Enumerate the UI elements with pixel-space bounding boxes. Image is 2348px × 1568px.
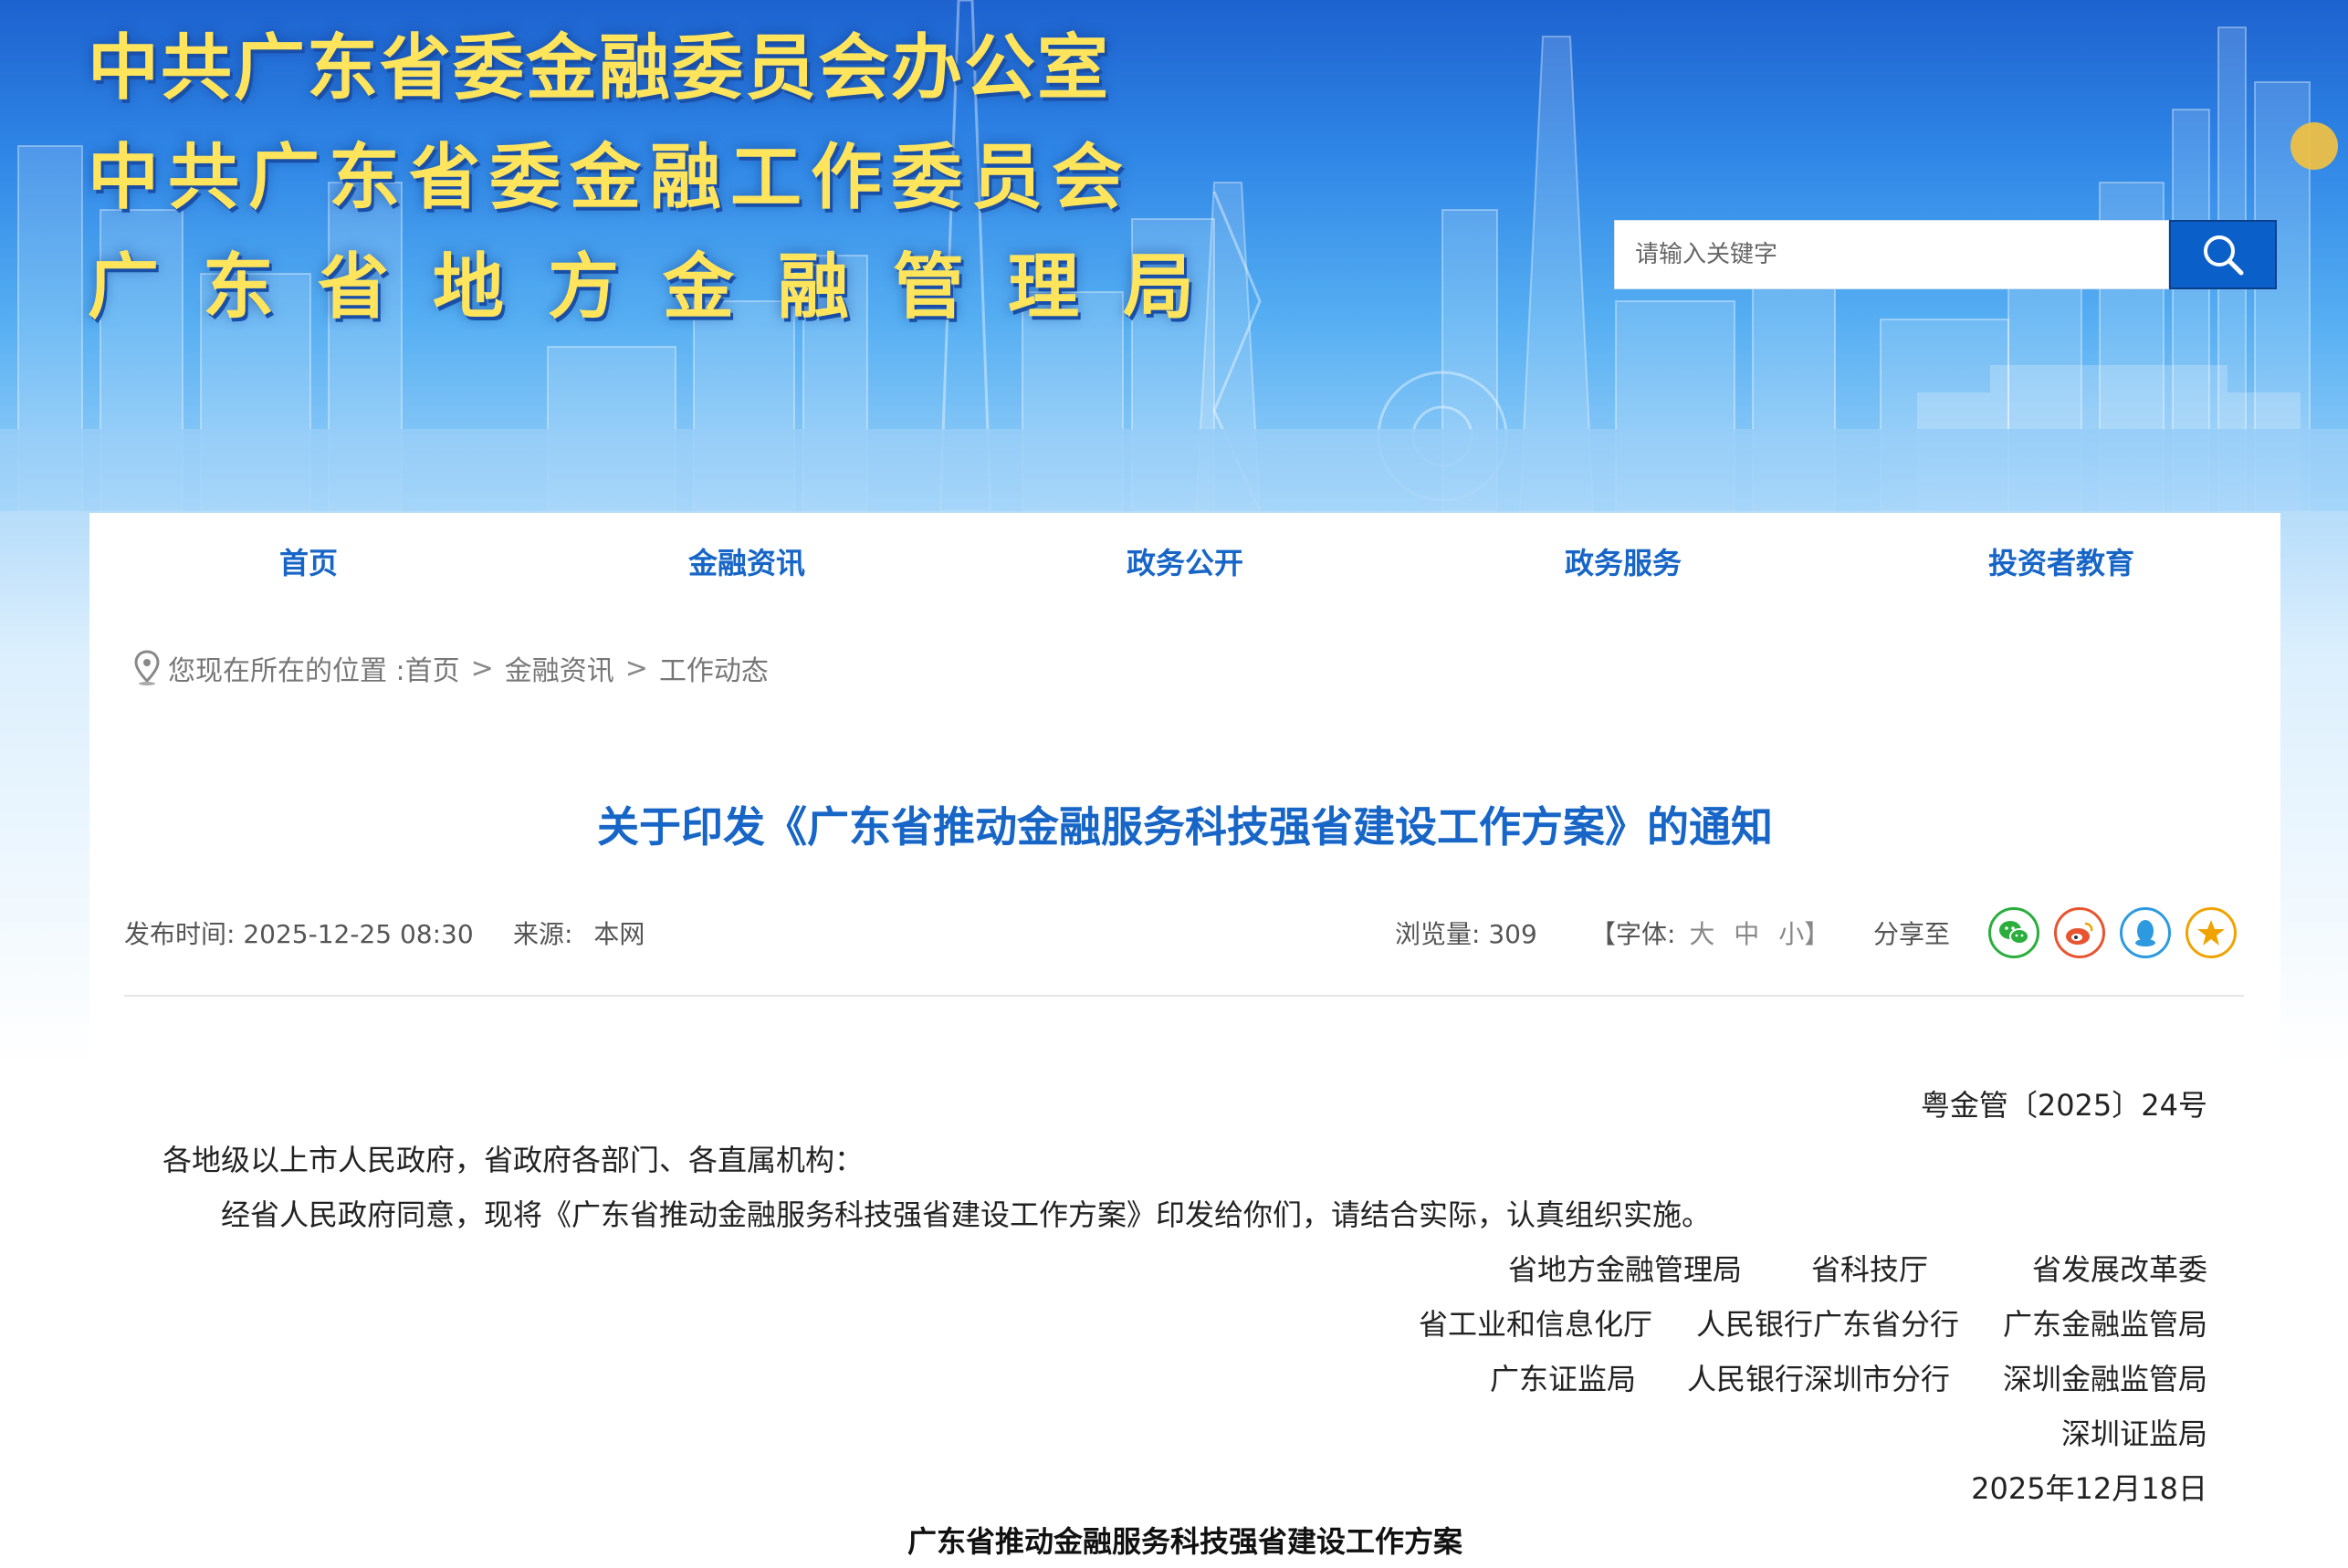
source: 来源: 本网: [513, 915, 645, 951]
breadcrumb-finance-news[interactable]: 金融资讯: [505, 648, 614, 688]
org-title-2: 中共广东省委金融工作委员会: [88, 137, 1133, 219]
main-nav: 首页 金融资讯 政务公开 政务服务 投资者教育: [89, 513, 2280, 608]
breadcrumb-work-updates[interactable]: 工作动态: [659, 648, 769, 688]
view-count: 浏览量: 309: [1395, 915, 1537, 951]
favorite-star-icon: [2197, 920, 2225, 946]
breadcrumb-separator: >: [470, 652, 494, 685]
signatory: 深圳金融监管局: [2003, 1362, 2208, 1396]
source-label: 来源:: [513, 919, 573, 949]
search-icon: [2204, 235, 2244, 276]
nav-home[interactable]: 首页: [279, 540, 338, 582]
breadcrumb-separator: >: [624, 652, 648, 685]
search-input[interactable]: [1614, 220, 2169, 289]
search-button[interactable]: [2169, 220, 2277, 289]
signatory: 人民银行深圳市分行: [1687, 1362, 1951, 1396]
share-qq-button[interactable]: [2120, 907, 2171, 958]
meta-divider: [124, 995, 2244, 997]
breadcrumb: 您现在所在的位置 : 首页 > 金融资讯 > 工作动态: [133, 648, 769, 688]
share-favorite-button[interactable]: [2186, 907, 2237, 958]
signatory: 人民银行广东省分行: [1696, 1307, 1960, 1342]
article-title: 关于印发《广东省推动金融服务科技强省建设工作方案》的通知: [597, 802, 1773, 852]
font-medium-button[interactable]: 中: [1734, 919, 1759, 949]
doc-number: 粤金管〔2025〕24号: [1920, 1088, 2207, 1123]
org-title-3: 广东省地方金融管理局: [88, 246, 1239, 329]
share-wechat-button[interactable]: [1988, 907, 2039, 958]
font-large-button[interactable]: 大: [1689, 919, 1714, 949]
font-size-control: 【字体: 大 中 小】: [1590, 915, 1835, 951]
body-paragraph: 经省人民政府同意，现将《广东省推动金融服务科技强省建设工作方案》印发给你们，请结…: [221, 1197, 1712, 1232]
nav-investor-education[interactable]: 投资者教育: [1988, 540, 2134, 582]
signatory: 省发展改革委: [2032, 1252, 2208, 1287]
salutation: 各地级以上市人民政府，省政府各部门、各直属机构：: [162, 1143, 865, 1177]
signatory: 深圳证监局: [2061, 1416, 2208, 1451]
signatory: 省科技厅: [1811, 1252, 1929, 1287]
publish-label: 发布时间:: [124, 919, 236, 949]
share-label: 分享至: [1873, 919, 1951, 949]
doc-date: 2025年12月18日: [1971, 1471, 2207, 1506]
signatory: 省工业和信息化厅: [1419, 1307, 1653, 1342]
views-label: 浏览量:: [1395, 919, 1481, 949]
nav-government-services[interactable]: 政务服务: [1565, 540, 1682, 582]
content-card: 首页 金融资讯 政务公开 政务服务 投资者教育 您现在所在的位置 : 首页 > …: [89, 513, 2280, 1568]
publish-time-value: 2025-12-25 08:30: [243, 919, 474, 949]
breadcrumb-prefix: 您现在所在的位置 :: [168, 655, 405, 687]
wechat-icon: [1999, 921, 2029, 945]
nav-government-affairs[interactable]: 政务公开: [1127, 540, 1243, 582]
font-small-button[interactable]: 小】: [1778, 919, 1829, 949]
publish-time: 发布时间: 2025-12-25 08:30: [124, 915, 474, 951]
org-title-1: 中共广东省委金融委员会办公室: [88, 27, 1111, 110]
nav-finance-news[interactable]: 金融资讯: [688, 540, 805, 582]
signatory: 广东证监局: [1490, 1362, 1637, 1396]
qq-icon: [2135, 920, 2155, 946]
breadcrumb-home[interactable]: 首页: [405, 648, 460, 688]
weibo-icon: [2066, 922, 2093, 945]
location-pin-icon: [134, 650, 160, 685]
views-value: 309: [1488, 919, 1537, 949]
share-weibo-button[interactable]: [2054, 907, 2105, 958]
font-size-label: 【字体:: [1590, 919, 1676, 949]
source-value: 本网: [593, 919, 645, 949]
signatory: 广东金融监管局: [2003, 1307, 2208, 1342]
plan-heading: 广东省推动金融服务科技强省建设工作方案: [907, 1524, 1462, 1559]
signatory: 省地方金融管理局: [1508, 1252, 1743, 1287]
